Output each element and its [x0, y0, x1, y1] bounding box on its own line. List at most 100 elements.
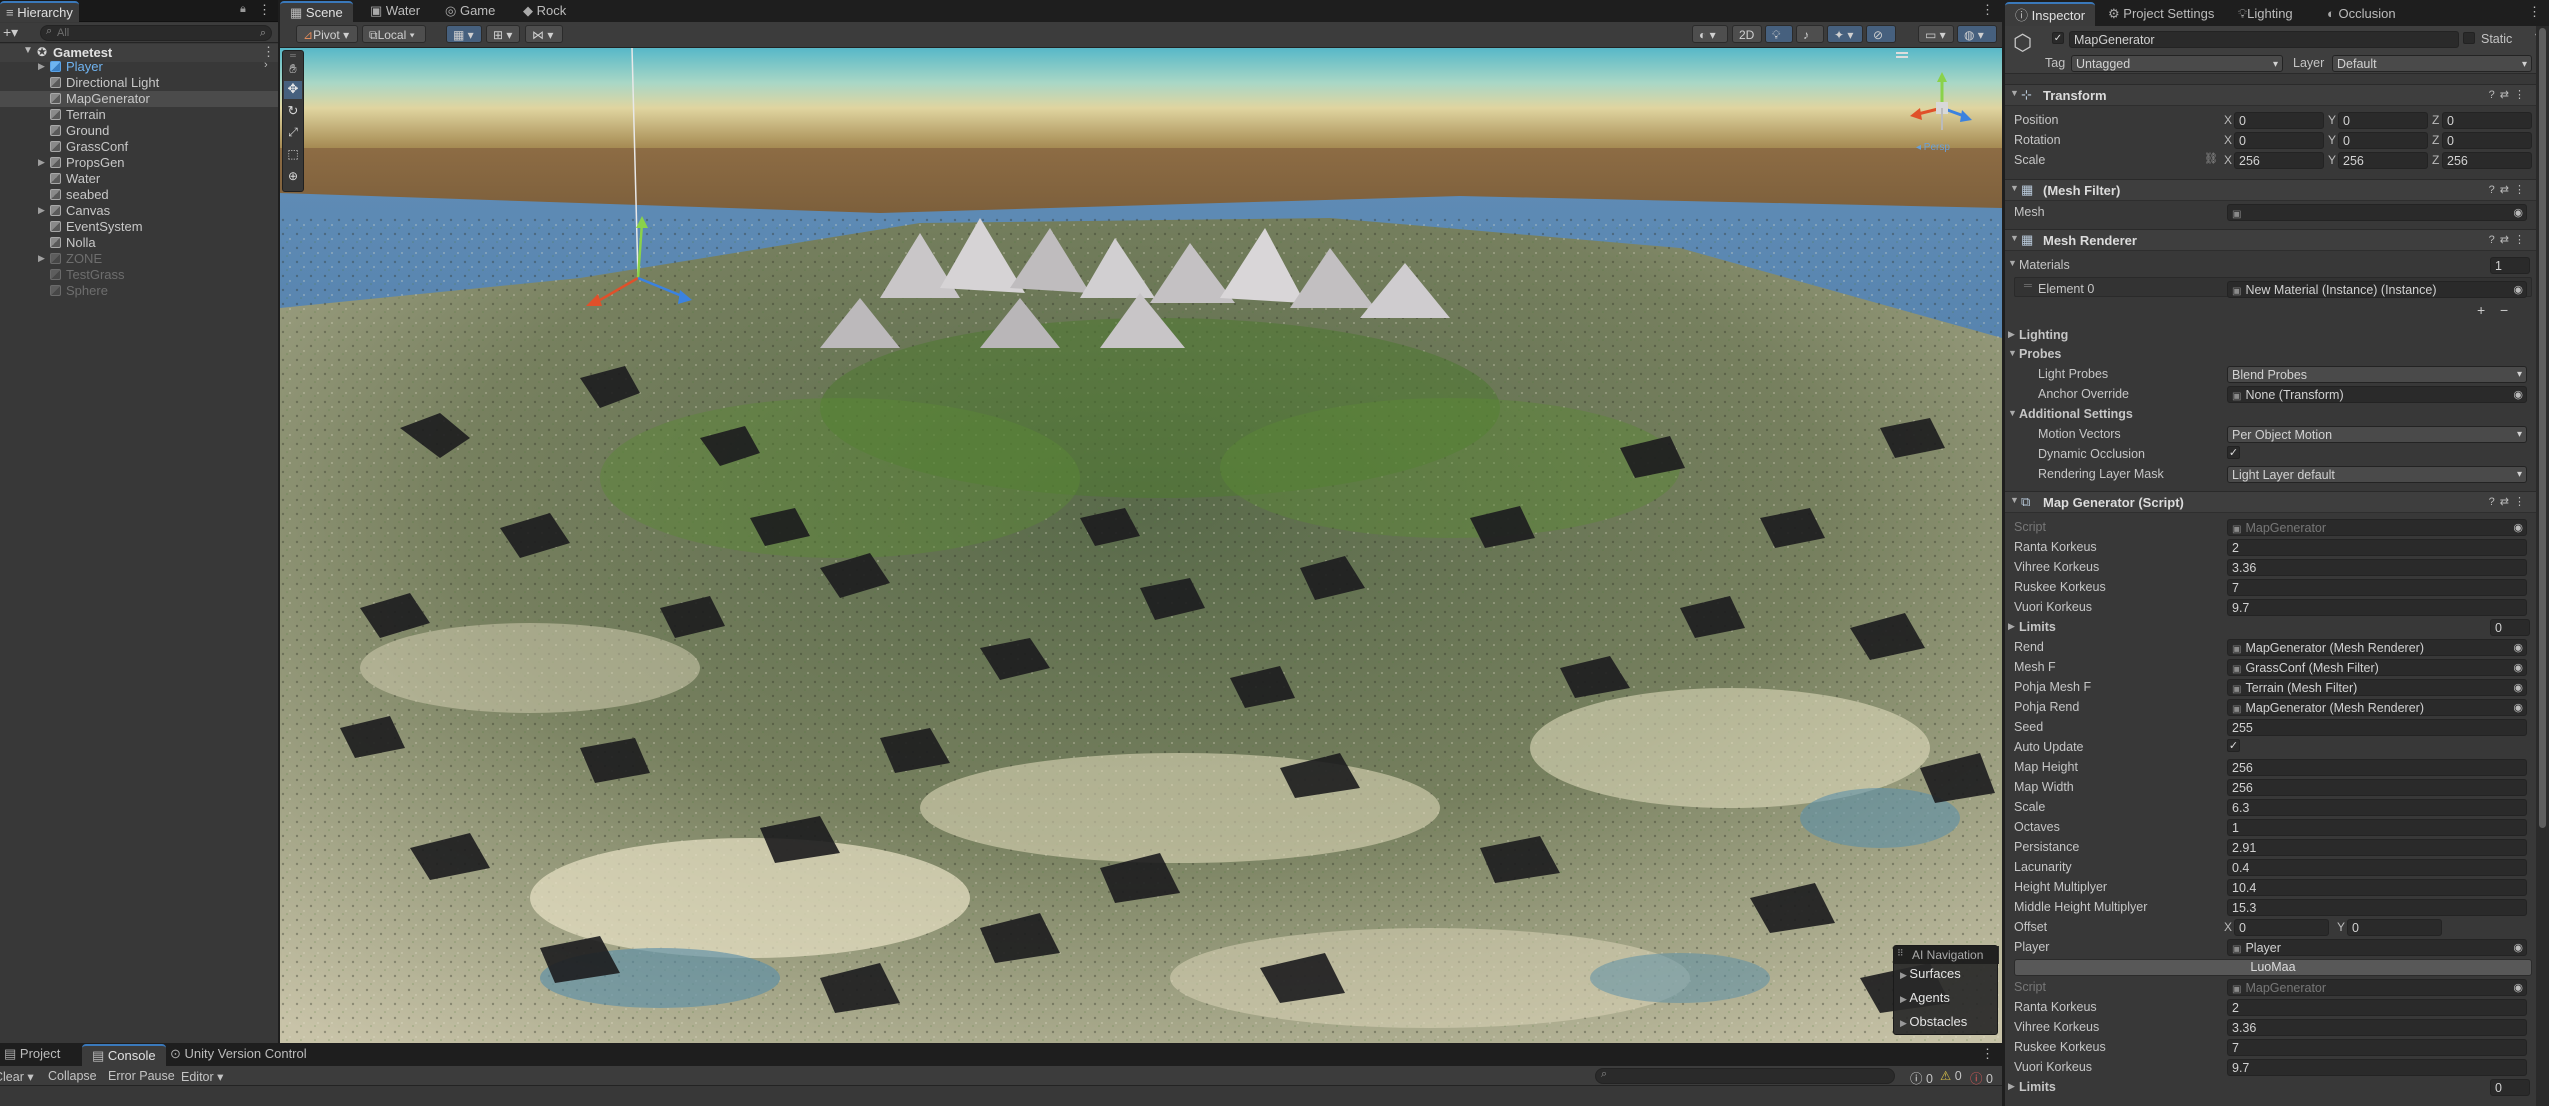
- x-field[interactable]: 0: [2234, 112, 2324, 129]
- fold-arrow-icon[interactable]: ▶: [2008, 1081, 2015, 1092]
- tag-dropdown[interactable]: Untagged ▾: [2071, 55, 2283, 72]
- anchor-override-field[interactable]: ▣ None (Transform) ◉: [2227, 386, 2527, 403]
- ai-nav-obstacles[interactable]: ▶ Obstacles: [1900, 1014, 1967, 1029]
- palette-grip-icon[interactable]: ═: [283, 51, 303, 60]
- hierarchy-item[interactable]: GrassConf: [0, 139, 278, 155]
- ai-navigation-header[interactable]: ⠿ AI Navigation: [1894, 946, 1999, 964]
- object-picker-icon[interactable]: ◉: [2513, 520, 2523, 535]
- script-field[interactable]: ▣ GrassConf (Mesh Filter) ◉: [2227, 659, 2527, 676]
- layer-dropdown[interactable]: Default ▾: [2332, 55, 2532, 72]
- auto-update-checkbox[interactable]: ✓: [2227, 739, 2240, 752]
- expand-arrow-icon[interactable]: ▼: [23, 45, 33, 56]
- z-field[interactable]: 0: [2442, 112, 2532, 129]
- ai-nav-agents[interactable]: ▶ Agents: [1900, 990, 1950, 1005]
- component-menu-icons[interactable]: ?⇄⋮: [2489, 495, 2530, 508]
- transform-header[interactable]: ▼ ⊹ Transform ?⇄⋮: [2005, 84, 2536, 106]
- tab-rock[interactable]: ◆ Rock: [513, 1, 576, 22]
- rect-tool-icon[interactable]: ⬚: [284, 147, 302, 165]
- script-field[interactable]: 2.91: [2227, 839, 2527, 856]
- light-probes-dropdown[interactable]: Blend Probes ▾: [2227, 366, 2527, 383]
- object-picker-icon[interactable]: ◉: [2513, 640, 2523, 655]
- gizmos-dropdown[interactable]: ◍ ▾: [1957, 25, 1997, 43]
- kebab-menu-icon[interactable]: ⋮: [258, 2, 271, 18]
- fold-arrow-icon[interactable]: ▼: [2008, 258, 2017, 268]
- camera-dropdown[interactable]: ▭ ▾: [1918, 25, 1954, 43]
- script-field[interactable]: 15.3: [2227, 899, 2527, 916]
- script-field[interactable]: ▣ MapGenerator ◉: [2227, 519, 2527, 536]
- script-field[interactable]: 7: [2227, 579, 2527, 596]
- offset-y-field[interactable]: 0: [2347, 919, 2442, 936]
- collapse-toggle[interactable]: Collapse: [48, 1069, 97, 1083]
- hierarchy-item[interactable]: Nolla: [0, 235, 278, 251]
- script-field[interactable]: 10.4: [2227, 879, 2527, 896]
- hierarchy-item[interactable]: ▶ Player ›: [0, 59, 278, 75]
- fold-arrow-icon[interactable]: ▼: [2010, 183, 2019, 193]
- overlay-grip-icon[interactable]: ⠿: [1897, 948, 1904, 959]
- dynamic-occlusion-checkbox[interactable]: ✓: [2227, 446, 2240, 459]
- object-picker-icon[interactable]: ◉: [2513, 700, 2523, 715]
- expand-arrow-icon[interactable]: ▶: [38, 157, 45, 168]
- fold-arrow-icon[interactable]: ▼: [2010, 233, 2019, 243]
- z-field[interactable]: 256: [2442, 152, 2532, 169]
- expand-arrow-icon[interactable]: ▶: [38, 61, 45, 72]
- audio-toggle[interactable]: ♪: [1796, 25, 1824, 43]
- script-field[interactable]: 2: [2227, 999, 2527, 1016]
- object-picker-icon[interactable]: ◉: [2513, 387, 2523, 402]
- script-field[interactable]: ▣ Terrain (Mesh Filter) ◉: [2227, 679, 2527, 696]
- script-field[interactable]: 3.36: [2227, 1019, 2527, 1036]
- object-picker-icon[interactable]: ◉: [2513, 660, 2523, 675]
- hidden-objects-toggle[interactable]: ⊘: [1866, 25, 1896, 43]
- script-field[interactable]: 0.4: [2227, 859, 2527, 876]
- warning-count[interactable]: ⚠ 0: [1940, 1068, 1962, 1083]
- motion-vectors-dropdown[interactable]: Per Object Motion ▾: [2227, 426, 2527, 443]
- inspector-menu-icon[interactable]: ⋮: [2528, 4, 2541, 20]
- error-pause-toggle[interactable]: Error Pause: [108, 1069, 175, 1083]
- limits-count-field[interactable]: 0: [2490, 619, 2530, 636]
- effects-toggle[interactable]: ✦ ▾: [1827, 25, 1863, 43]
- tab-occlusion[interactable]: ◐ Occlusion: [2317, 2, 2406, 26]
- component-menu-icons[interactable]: ?⇄⋮: [2489, 183, 2530, 196]
- script-field[interactable]: 6.3: [2227, 799, 2527, 816]
- scene-viewport[interactable]: ═ ✋︎ ✥ ↻ ⤢ ⬚ ⊕ ◂ Persp ⠿ AI Navigation ▶…: [280, 48, 2002, 1043]
- z-field[interactable]: 0: [2442, 132, 2532, 149]
- tab-version-control[interactable]: ⊙ Unity Version Control: [160, 1044, 317, 1066]
- hierarchy-item[interactable]: Ground: [0, 123, 278, 139]
- console-menu-icon[interactable]: ⋮: [1981, 1046, 1994, 1062]
- editor-dropdown[interactable]: Editor ▾: [181, 1069, 223, 1084]
- script-field[interactable]: 256: [2227, 779, 2527, 796]
- x-field[interactable]: 256: [2234, 152, 2324, 169]
- hierarchy-item[interactable]: ▶ ZONE: [0, 251, 278, 267]
- chevron-right-icon[interactable]: ›: [264, 59, 268, 71]
- tab-inspector[interactable]: ⓘ Inspector: [2005, 2, 2096, 26]
- script-field[interactable]: ▣ MapGenerator ◉: [2227, 979, 2527, 996]
- offset-x-field[interactable]: 0: [2234, 919, 2329, 936]
- drag-handle-icon[interactable]: ═: [2024, 280, 2032, 292]
- y-field[interactable]: 0: [2338, 132, 2428, 149]
- increment-snap-button[interactable]: ⊞ ▾: [486, 25, 520, 43]
- script-field[interactable]: 1: [2227, 819, 2527, 836]
- hierarchy-search[interactable]: ⌕ All ⌕: [40, 25, 272, 41]
- grid-snap-button[interactable]: ▦ ▾: [446, 25, 482, 43]
- object-picker-icon[interactable]: ◉: [2513, 205, 2523, 220]
- console-search[interactable]: ⌕: [1595, 1068, 1895, 1084]
- object-name-field[interactable]: MapGenerator: [2069, 31, 2459, 48]
- map-generator-script-header[interactable]: ▼ ⧉ Map Generator (Script) ?⇄⋮: [2005, 491, 2536, 513]
- hierarchy-item[interactable]: seabed: [0, 187, 278, 203]
- hierarchy-item[interactable]: Water: [0, 171, 278, 187]
- component-menu-icons[interactable]: ?⇄⋮: [2489, 233, 2530, 246]
- scene-menu-icon[interactable]: ⋮: [262, 44, 275, 60]
- align-button[interactable]: ⋈ ▾: [525, 25, 563, 43]
- script-field[interactable]: 7: [2227, 1039, 2527, 1056]
- lock-icon[interactable]: 🔒︎: [240, 3, 246, 16]
- gizmo-menu-icon[interactable]: [1896, 52, 1908, 58]
- hierarchy-item[interactable]: MapGenerator: [0, 91, 278, 107]
- toggle-2d-button[interactable]: 2D: [1732, 25, 1762, 43]
- fold-arrow-icon[interactable]: ▶: [2008, 621, 2015, 632]
- object-picker-icon[interactable]: ◉: [2513, 940, 2523, 955]
- tab-water[interactable]: ▣ Water: [360, 1, 430, 22]
- y-field[interactable]: 256: [2338, 152, 2428, 169]
- scene-menu-icon[interactable]: ⋮: [1981, 2, 1994, 18]
- hierarchy-item[interactable]: Terrain: [0, 107, 278, 123]
- rendering-layer-dropdown[interactable]: Light Layer default ▾: [2227, 466, 2527, 483]
- x-field[interactable]: 0: [2234, 132, 2324, 149]
